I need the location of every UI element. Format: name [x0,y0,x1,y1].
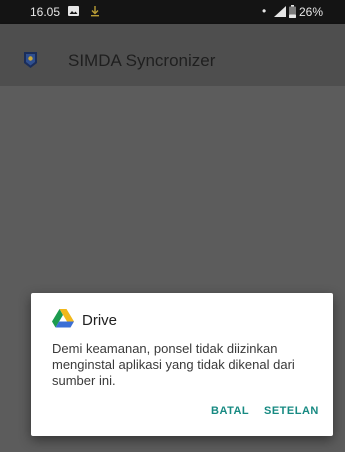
cancel-button[interactable]: BATAL [211,405,249,417]
status-bar: 16.05 • 26% [0,0,345,24]
settings-button[interactable]: SETELAN [264,405,319,417]
app-title: SIMDA Syncronizer [68,51,216,70]
install-blocked-dialog: Drive Demi keamanan, ponsel tidak diizin… [31,293,333,436]
status-time: 16.05 [30,5,61,19]
battery-percentage: 26% [299,5,324,19]
app-logo-icon [24,52,37,68]
signal-icon [274,6,286,17]
app-bar: SIMDA Syncronizer [0,24,345,86]
dialog-title: Drive [82,312,118,329]
dialog-message: Demi keamanan, ponsel tidak diizinkan me… [52,341,295,388]
battery-icon [289,5,296,18]
download-icon [91,6,99,17]
notification-dot: • [262,4,267,18]
gallery-icon [68,6,79,16]
google-drive-icon [52,309,74,328]
